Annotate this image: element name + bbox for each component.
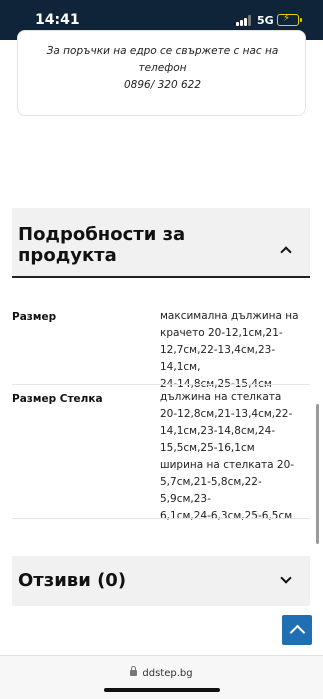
status-time: 14:41 (35, 12, 80, 28)
notice-line: телефон (138, 62, 187, 74)
notice-line: За поръчки на едро се свържете с нас на (46, 45, 279, 57)
signal-icon (236, 15, 253, 26)
insole-size-value: дължина на стелката 20-12,8см,21-13,4см,… (160, 391, 295, 522)
insole-size-label: Размер Стелка (12, 393, 103, 405)
wholesale-notice: За поръчки на едро се свържете с нас на … (17, 30, 306, 116)
network-label: 5G (257, 14, 274, 27)
row-divider (12, 518, 310, 519)
scrollbar[interactable] (316, 404, 319, 544)
battery-icon: ⚡ (277, 13, 302, 26)
url-text: ddstep.bg (142, 668, 193, 679)
notice-phone[interactable]: 0896/ 320 622 (38, 77, 287, 94)
size-label: Размер (12, 311, 57, 323)
scroll-to-top-button[interactable] (282, 615, 312, 645)
notice-text: За поръчки на едро се свържете с нас на … (18, 43, 307, 94)
product-details-title: Подробности за продукта (18, 224, 186, 266)
reviews-title: Отзиви (0) (18, 570, 127, 591)
row-divider (12, 384, 310, 385)
lock-icon (130, 666, 138, 676)
size-value: максимална дължина на крачето 20-12,1см,… (160, 310, 299, 390)
home-indicator[interactable] (104, 688, 220, 692)
url-display[interactable]: ddstep.bg (0, 666, 323, 679)
